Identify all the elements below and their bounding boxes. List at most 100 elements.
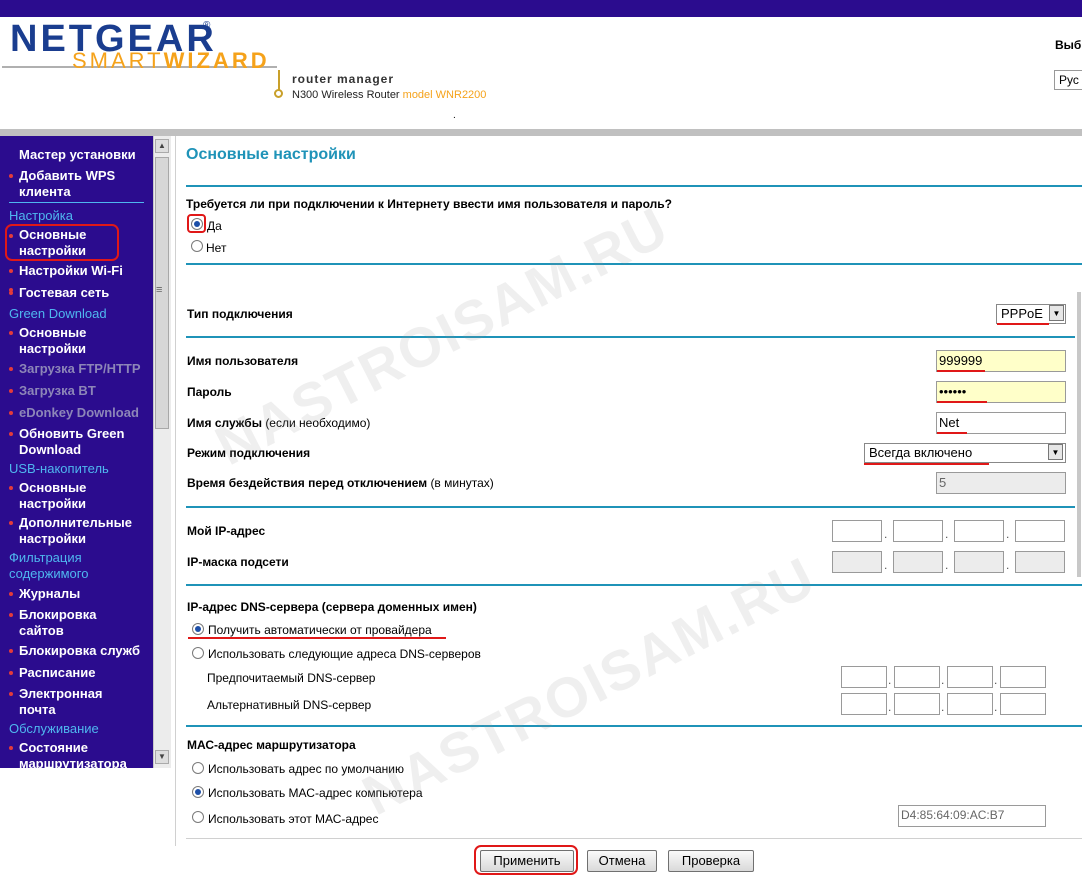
bullet-icon xyxy=(9,331,13,335)
nav-email[interactable]: Электронная почта xyxy=(19,686,103,718)
bullet-icon xyxy=(9,432,13,436)
dns-primary-octet-1[interactable] xyxy=(841,666,887,688)
cancel-button[interactable]: Отмена xyxy=(587,850,657,872)
bullet-icon xyxy=(9,486,13,490)
nav-usb-advanced-line2: настройки xyxy=(19,531,87,546)
nav-block-sites[interactable]: Блокировка сайтов xyxy=(19,607,96,639)
radio-mac-this[interactable] xyxy=(192,811,204,823)
my-ip-octet-1[interactable] xyxy=(832,520,882,542)
top-bar xyxy=(0,0,1082,17)
nav-green-basic[interactable]: Основные настройки xyxy=(19,325,86,357)
ip-dot: . xyxy=(888,673,892,687)
ip-dot: . xyxy=(888,700,892,714)
nav-wifi-settings[interactable]: Настройки Wi-Fi xyxy=(19,263,123,279)
ip-dot: . xyxy=(994,673,998,687)
bullet-icon xyxy=(9,411,13,415)
bullet-icon xyxy=(9,521,13,525)
highlight-apply xyxy=(474,845,578,875)
nav-block-sites-line2: сайтов xyxy=(19,623,64,638)
service-label-note: (если необходимо) xyxy=(265,416,371,430)
nav-head-maintenance: Обслуживание xyxy=(9,721,99,736)
ip-dot: . xyxy=(1006,527,1010,541)
nav-logs[interactable]: Журналы xyxy=(19,586,80,602)
nav-schedule[interactable]: Расписание xyxy=(19,665,96,681)
bullet-icon xyxy=(9,746,13,750)
bullet-icon xyxy=(9,367,13,371)
ip-dot: . xyxy=(884,527,888,541)
nav-head-content-filter-line2: содержимого xyxy=(9,566,89,581)
content-scrollbar[interactable] xyxy=(1077,292,1081,577)
dns-alt-octet-4[interactable] xyxy=(1000,693,1046,715)
highlight-underline xyxy=(188,637,446,639)
bullet-icon xyxy=(9,649,13,653)
nav-ftp-http[interactable]: Загрузка FTP/HTTP xyxy=(19,361,141,377)
nav-bt[interactable]: Загрузка BT xyxy=(19,383,96,399)
nav-separator xyxy=(9,202,144,203)
login-yes-label: Да xyxy=(207,219,222,233)
divider xyxy=(186,725,1082,727)
my-ip-octet-2[interactable] xyxy=(893,520,943,542)
dns-alt-octet-3[interactable] xyxy=(947,693,993,715)
nav-router-status[interactable]: Состояние маршрутизатора xyxy=(19,740,127,768)
nav-setup-wizard[interactable]: Мастер установки xyxy=(19,147,136,163)
mode-select[interactable]: Всегда включено xyxy=(864,443,1066,463)
nav-head-content-filter: Фильтрация содержимого xyxy=(9,550,88,582)
watermark: NASTROISAM.RU xyxy=(352,544,826,828)
radio-login-no[interactable] xyxy=(191,240,203,252)
username-input[interactable]: 999999 xyxy=(936,350,1066,372)
subnet-mask-label: IP-маска подсети xyxy=(187,555,289,569)
test-button[interactable]: Проверка xyxy=(668,850,754,872)
nav-block-services[interactable]: Блокировка служб xyxy=(19,643,140,659)
logo-dot-icon xyxy=(274,89,283,98)
idle-label: Время бездействия перед отключением (в м… xyxy=(187,476,494,490)
dns-alt-octet-1[interactable] xyxy=(841,693,887,715)
mask-octet-4[interactable] xyxy=(1015,551,1065,573)
highlight-underline xyxy=(937,401,987,403)
dns-primary-octet-4[interactable] xyxy=(1000,666,1046,688)
radio-dns-auto[interactable] xyxy=(192,623,204,635)
dns-primary-octet-3[interactable] xyxy=(947,666,993,688)
my-ip-octet-3[interactable] xyxy=(954,520,1004,542)
ip-dot: . xyxy=(941,673,945,687)
model-line: N300 Wireless Router xyxy=(292,89,400,101)
mac-section-title: МАС-адрес маршрутизатора xyxy=(187,738,356,752)
nav-usb-basic[interactable]: Основные настройки xyxy=(19,480,86,512)
nav-email-line1: Электронная xyxy=(19,686,103,701)
nav-update-green[interactable]: Обновить Green Download xyxy=(19,426,124,458)
mask-octet-2[interactable] xyxy=(893,551,943,573)
mask-octet-3[interactable] xyxy=(954,551,1004,573)
idle-timeout-input[interactable]: 5 xyxy=(936,472,1066,494)
conn-type-label: Тип подключения xyxy=(187,307,293,321)
smartwizard-logo: SMARTWIZARD xyxy=(72,48,270,74)
nav-usb-advanced[interactable]: Дополнительные настройки xyxy=(19,515,132,547)
dns-auto-label: Получить автоматически от провайдера xyxy=(208,623,432,637)
language-select[interactable]: Рус xyxy=(1054,70,1082,90)
ip-dot: . xyxy=(1006,558,1010,572)
bullet-icon xyxy=(9,692,13,696)
header-gray-band xyxy=(0,129,1082,136)
radio-mac-default[interactable] xyxy=(192,762,204,774)
mac-address-input[interactable]: D4:85:64:09:AC:B7 xyxy=(898,805,1046,827)
nav-add-wps[interactable]: Добавить WPS клиента xyxy=(19,168,115,200)
router-manager-label: router manager xyxy=(292,72,395,86)
my-ip-octet-4[interactable] xyxy=(1015,520,1065,542)
language-label: Выб xyxy=(1055,38,1082,52)
ip-dot: . xyxy=(945,558,949,572)
dns-alt-octet-2[interactable] xyxy=(894,693,940,715)
service-input[interactable]: Net xyxy=(936,412,1066,434)
scroll-up-icon[interactable]: ▲ xyxy=(155,139,169,153)
dns-primary-octet-2[interactable] xyxy=(894,666,940,688)
idle-label-note: (в минутах) xyxy=(430,476,494,490)
nav-guest-network[interactable]: Гостевая сеть xyxy=(19,285,109,301)
divider xyxy=(186,336,1075,338)
scroll-down-icon[interactable]: ▼ xyxy=(155,750,169,764)
password-input[interactable]: •••••• xyxy=(936,381,1066,403)
nav-edonkey[interactable]: eDonkey Download xyxy=(19,405,139,421)
mask-octet-1[interactable] xyxy=(832,551,882,573)
ip-dot: . xyxy=(945,527,949,541)
radio-dns-manual[interactable] xyxy=(192,647,204,659)
highlight-basic-settings xyxy=(5,224,119,261)
chevron-down-icon[interactable]: ▼ xyxy=(1049,305,1064,321)
radio-mac-computer[interactable] xyxy=(192,786,204,798)
chevron-down-icon[interactable]: ▼ xyxy=(1048,444,1063,460)
